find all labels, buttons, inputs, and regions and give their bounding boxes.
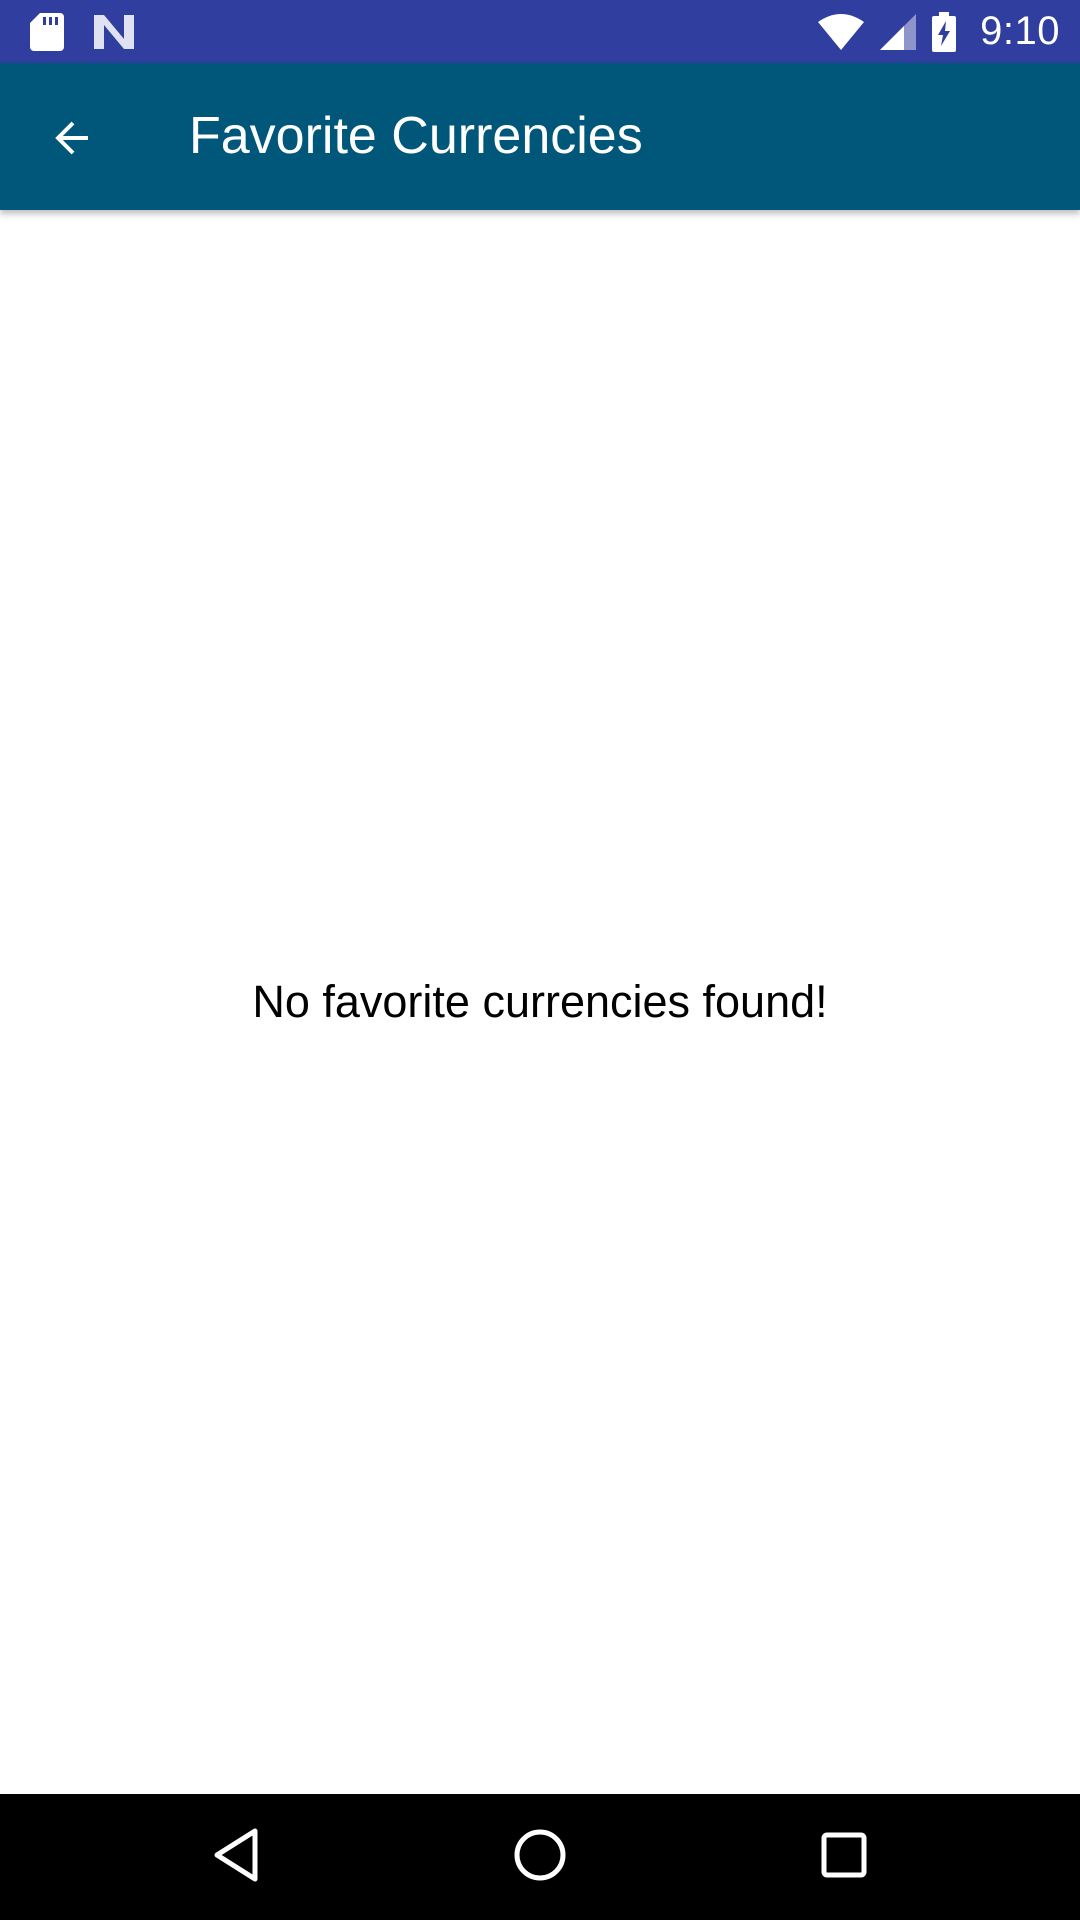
- circle-home-icon: [512, 1827, 568, 1888]
- status-left-icons: [30, 0, 134, 63]
- status-time: 9:10: [980, 9, 1060, 53]
- nav-home-button[interactable]: [500, 1817, 580, 1897]
- main-content: No favorite currencies found!: [0, 210, 1080, 1794]
- app-bar: Favorite Currencies: [0, 63, 1080, 210]
- wifi-icon: [818, 13, 865, 50]
- nav-recents-button[interactable]: [804, 1817, 884, 1897]
- triangle-back-icon: [211, 1827, 261, 1888]
- status-right-icons: 9:10: [818, 0, 1060, 63]
- back-button[interactable]: [30, 98, 114, 182]
- empty-state-message: No favorite currencies found!: [252, 976, 828, 1027]
- navigation-bar: [0, 1794, 1080, 1920]
- arrow-back-icon: [48, 114, 96, 167]
- status-bar: 9:10: [0, 0, 1080, 63]
- nav-back-button[interactable]: [196, 1817, 276, 1897]
- page-title: Favorite Currencies: [189, 107, 643, 165]
- sd-card-icon: [30, 12, 64, 51]
- battery-charging-icon: [932, 11, 957, 52]
- square-recents-icon: [819, 1830, 869, 1885]
- cell-signal-icon: [880, 13, 917, 50]
- n-logo-icon: [94, 14, 134, 49]
